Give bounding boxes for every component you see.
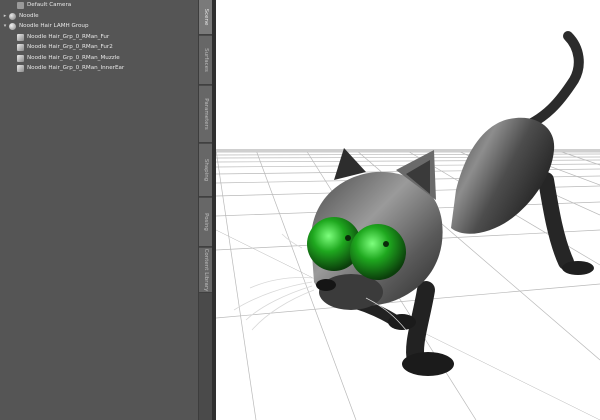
tree-row-label: Noodle Hair_Grp_0_RMan_Fur2 xyxy=(27,44,113,50)
tab-label: Content Library xyxy=(203,248,209,292)
tab-label: Surfaces xyxy=(203,48,209,72)
tab-shaping[interactable]: Shaping xyxy=(199,144,213,197)
tab-posing[interactable]: Posing xyxy=(199,198,213,247)
tab-label: Parameters xyxy=(203,98,209,130)
tree-row-label: Noodle Hair_Grp_0_RMan_Fur xyxy=(27,33,110,40)
camera-icon xyxy=(17,2,24,9)
tree-row-label: Default Camera xyxy=(27,2,72,8)
tree-row-default-camera[interactable]: Default Camera xyxy=(0,0,198,11)
side-tab-strip: Scene Surfaces Parameters Shaping Posing… xyxy=(198,0,213,420)
tree-row-hair-fur2[interactable]: Noodle Hair_Grp_0_RMan_Fur2 xyxy=(0,42,198,53)
hair-node-icon xyxy=(17,33,24,41)
expander-right-icon[interactable]: ▸ xyxy=(2,11,8,22)
tab-label: Shaping xyxy=(203,158,209,182)
tree-row-noodle[interactable]: ▸ Noodle xyxy=(0,11,198,22)
hair-node-icon xyxy=(17,44,24,51)
tab-content-library[interactable]: Content Library xyxy=(199,248,213,293)
cat-model xyxy=(233,31,594,376)
tab-label: Scene xyxy=(203,8,209,26)
tab-scene[interactable]: Scene xyxy=(199,0,213,35)
tree-row-label: Noodle Hair LAMH Group xyxy=(19,23,89,29)
group-icon xyxy=(9,23,16,30)
hair-node-icon xyxy=(17,65,24,72)
tree-row-hair-fur[interactable]: Noodle Hair_Grp_0_RMan_Fur xyxy=(0,32,198,43)
tree-row-hair-group[interactable]: ▾ Noodle Hair LAMH Group xyxy=(0,21,198,32)
tab-label: Posing xyxy=(203,213,209,231)
expander-down-icon[interactable]: ▾ xyxy=(2,21,8,32)
viewport-canvas xyxy=(216,31,600,420)
scene-tree: Default Camera ▸ Noodle ▾ Noodle Hair LA… xyxy=(0,0,198,74)
3d-viewport[interactable] xyxy=(216,0,600,420)
tab-surfaces[interactable]: Surfaces xyxy=(199,36,213,85)
tree-row-hair-innerear[interactable]: Noodle Hair_Grp_0_RMan_InnerEar xyxy=(0,63,198,74)
tab-parameters[interactable]: Parameters xyxy=(199,86,213,143)
figure-icon xyxy=(9,12,16,20)
scene-panel: Default Camera ▸ Noodle ▾ Noodle Hair LA… xyxy=(0,0,198,420)
app-window: Default Camera ▸ Noodle ▾ Noodle Hair LA… xyxy=(0,0,600,420)
tree-row-label: Noodle Hair_Grp_0_RMan_Muzzle xyxy=(27,54,120,61)
tree-row-label: Noodle Hair_Grp_0_RMan_InnerEar xyxy=(27,65,125,71)
tree-row-label: Noodle xyxy=(19,12,39,19)
hair-node-icon xyxy=(17,54,24,62)
tree-row-hair-muzzle[interactable]: Noodle Hair_Grp_0_RMan_Muzzle xyxy=(0,53,198,64)
